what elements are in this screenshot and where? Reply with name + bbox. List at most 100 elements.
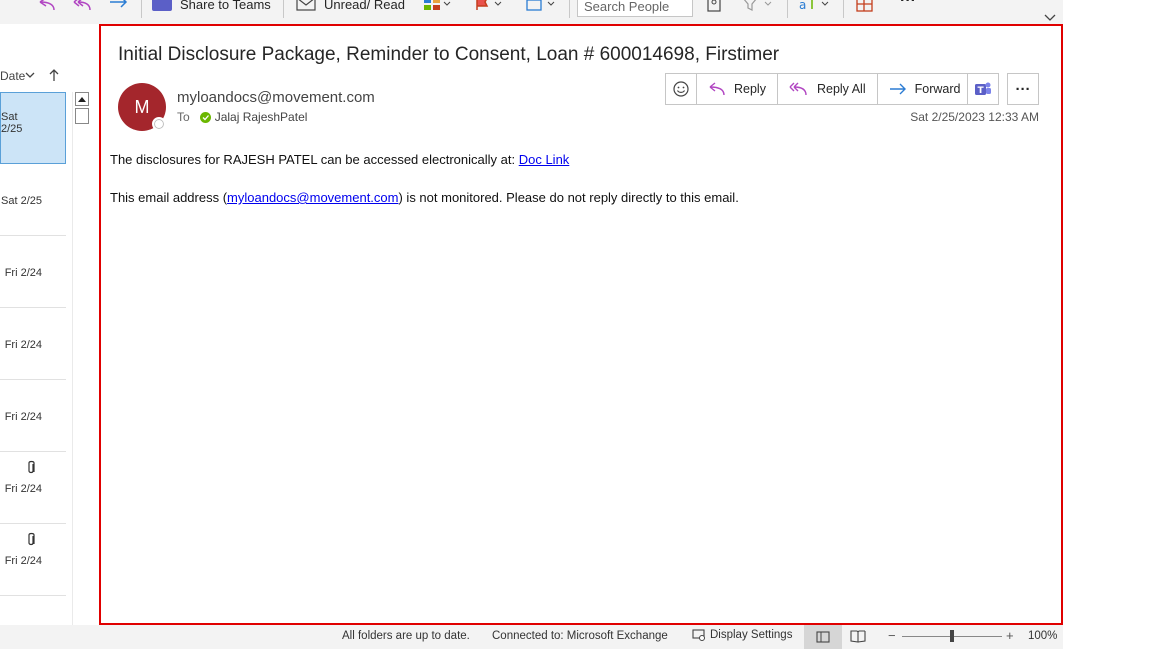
- apps-button[interactable]: [856, 0, 874, 14]
- reply-all-ribbon-icon[interactable]: [72, 0, 94, 14]
- list-item-date: Sat 2/25: [1, 111, 23, 135]
- reply-all-label: Reply All: [816, 82, 866, 96]
- recipient-name[interactable]: Jalaj RajeshPatel: [215, 110, 308, 124]
- categorize-button[interactable]: [423, 0, 451, 14]
- categorize-icon: [424, 0, 451, 10]
- forward-ribbon-icon[interactable]: [108, 0, 130, 14]
- zoom-out-button[interactable]: −: [888, 628, 896, 643]
- list-item[interactable]: Fri 2/24: [0, 236, 66, 308]
- sort-label: Date: [0, 69, 26, 83]
- share-to-teams-button[interactable]: Share to Teams: [152, 0, 271, 14]
- ribbon-separator: [141, 0, 142, 18]
- undo-icon[interactable]: [36, 0, 58, 14]
- display-settings-label: Display Settings: [710, 629, 793, 641]
- smiley-icon: [673, 81, 689, 97]
- sent-date: Sat 2/25/2023 12:33 AM: [910, 110, 1039, 124]
- reply-all-icon: [789, 82, 807, 96]
- status-bar: All folders are up to date. Connected to…: [0, 625, 1063, 649]
- teams-chat-button[interactable]: T: [967, 73, 999, 105]
- react-button[interactable]: [666, 74, 697, 104]
- teams-icon: [152, 0, 172, 11]
- flag-icon: [476, 0, 502, 10]
- body-text: The disclosures for RAJESH PATEL can be …: [110, 152, 519, 167]
- email-body: The disclosures for RAJESH PATEL can be …: [110, 151, 739, 227]
- move-button[interactable]: [525, 0, 555, 14]
- ribbon-separator: [787, 0, 788, 18]
- unread-read-label: Unread/ Read: [324, 0, 405, 12]
- translate-button[interactable]: a: [798, 0, 832, 14]
- ribbon-separator: [283, 0, 284, 18]
- ribbon-separator: [569, 0, 570, 18]
- search-people-input[interactable]: Search People: [577, 0, 693, 17]
- list-item[interactable]: Sat 2/25: [0, 164, 66, 236]
- share-to-teams-label: Share to Teams: [180, 0, 271, 12]
- email-subject: Initial Disclosure Package, Reminder to …: [118, 44, 780, 65]
- list-item[interactable]: Fri 2/24: [0, 380, 66, 452]
- unread-read-button[interactable]: Unread/ Read: [296, 0, 405, 14]
- reading-pane: Initial Disclosure Package, Reminder to …: [99, 24, 1063, 625]
- zoom-slider-thumb[interactable]: [950, 630, 954, 642]
- to-label: To: [177, 110, 190, 124]
- list-item[interactable]: Fri 2/24: [0, 524, 66, 596]
- ribbon-separator: [843, 0, 844, 18]
- doc-link[interactable]: Doc Link: [519, 152, 570, 167]
- follow-up-button[interactable]: [474, 0, 502, 14]
- reply-all-button[interactable]: Reply All: [778, 74, 878, 104]
- message-actions: Reply Reply All Forward: [665, 73, 973, 105]
- list-item-date: Fri 2/24: [4, 483, 42, 495]
- body-text: ) is not monitored. Please do not reply …: [398, 190, 739, 205]
- list-item-date: Sat 2/25: [1, 195, 42, 207]
- reply-icon: [709, 82, 725, 96]
- svg-text:a: a: [799, 0, 806, 12]
- list-item[interactable]: Sat 2/25: [0, 92, 66, 164]
- translate-icon: a: [799, 0, 829, 12]
- forward-label: Forward: [914, 82, 961, 96]
- zoom-level[interactable]: 100%: [1028, 630, 1057, 642]
- sync-status: All folders are up to date.: [342, 630, 470, 642]
- available-status-icon: [199, 111, 211, 123]
- list-item-date: Fri 2/24: [4, 267, 42, 279]
- list-item[interactable]: Fri 2/24: [0, 308, 66, 380]
- apps-icon: [856, 0, 873, 12]
- list-item[interactable]: Fri 2/24: [0, 452, 66, 524]
- normal-view-icon: [816, 631, 830, 643]
- move-icon: [526, 0, 555, 11]
- message-list: Date Sat 2/25 Sat 2/25 Fri 2/24 Fri 2/24 Fri…: [0, 24, 90, 648]
- sender-address[interactable]: myloandocs@movement.com: [177, 89, 375, 106]
- scroll-up-arrow-icon[interactable]: [75, 92, 89, 106]
- more-actions-button[interactable]: ···: [1007, 73, 1039, 105]
- email-link[interactable]: myloandocs@movement.com: [227, 190, 398, 205]
- list-item-date: Fri 2/24: [4, 339, 42, 351]
- avatar-initial: M: [134, 96, 150, 117]
- display-settings-button[interactable]: Display Settings: [692, 629, 792, 641]
- zoom-in-button[interactable]: +: [1006, 628, 1014, 643]
- presence-status-icon: [152, 117, 166, 131]
- reply-button[interactable]: Reply: [697, 74, 778, 104]
- vertical-scrollbar[interactable]: [72, 92, 90, 648]
- list-item-date: Fri 2/24: [4, 411, 42, 423]
- svg-text:T: T: [978, 86, 985, 96]
- normal-view-button[interactable]: [804, 625, 842, 649]
- connection-status[interactable]: Connected to: Microsoft Exchange: [492, 630, 668, 642]
- body-paragraph: The disclosures for RAJESH PATEL can be …: [110, 151, 739, 169]
- paperclip-icon: [28, 532, 35, 546]
- sort-direction-icon[interactable]: [48, 68, 60, 82]
- reading-view-icon[interactable]: [850, 629, 866, 643]
- list-item-date: Fri 2/24: [4, 555, 42, 567]
- recipients-row: To Jalaj RajeshPatel: [177, 110, 307, 124]
- forward-button[interactable]: Forward: [878, 74, 972, 104]
- body-text: This email address (: [110, 190, 228, 205]
- ribbon: Share to Teams Unread/ Read Search Peopl…: [0, 0, 1063, 24]
- paperclip-icon: [28, 460, 35, 474]
- body-paragraph: This email address (myloandocs@movement.…: [110, 189, 739, 207]
- reply-label: Reply: [734, 82, 766, 96]
- ribbon-more-button[interactable]: ···: [900, 0, 916, 11]
- teams-icon: T: [975, 82, 991, 96]
- display-settings-icon: [692, 629, 705, 641]
- scrollbar-thumb[interactable]: [75, 108, 89, 124]
- address-book-icon[interactable]: [706, 0, 722, 14]
- outlook-window: Share to Teams Unread/ Read Search Peopl…: [0, 0, 1162, 649]
- chevron-down-icon: [25, 72, 35, 78]
- forward-icon: [889, 83, 906, 95]
- filter-email-icon[interactable]: [741, 0, 775, 14]
